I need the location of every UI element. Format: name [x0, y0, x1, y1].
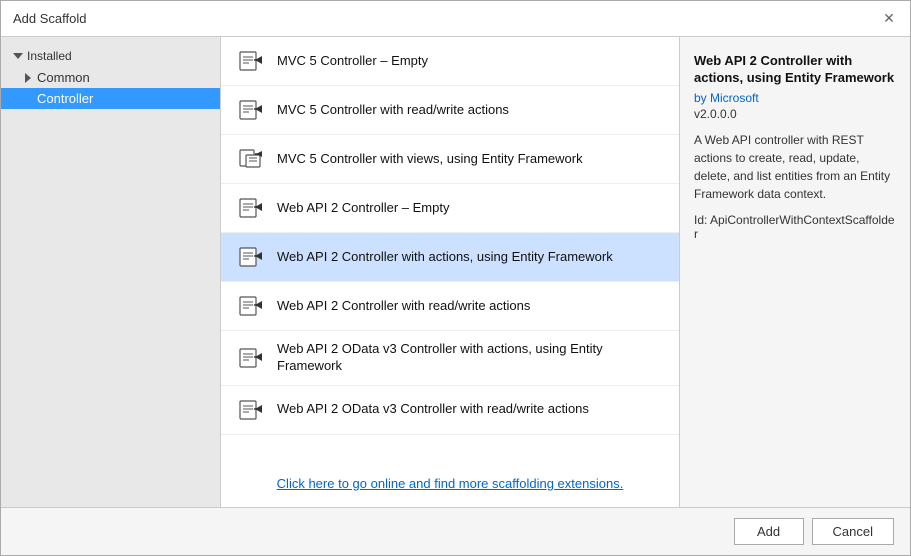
detail-id: Id: ApiControllerWithContextScaffolder [694, 213, 896, 241]
scaffold-label-3: MVC 5 Controller with views, using Entit… [277, 151, 583, 168]
scaffold-label-1: MVC 5 Controller – Empty [277, 53, 428, 70]
tree-item-common[interactable]: Common [1, 67, 220, 88]
tree-item-controller[interactable]: Controller [1, 88, 220, 109]
scaffold-icon-1 [237, 47, 265, 75]
add-scaffold-dialog: Add Scaffold ✕ Installed Common Controll… [0, 0, 911, 556]
scaffold-label-8: Web API 2 OData v3 Controller with read/… [277, 401, 589, 418]
common-label: Common [37, 70, 90, 85]
scaffold-item-3[interactable]: MVC 5 Controller with views, using Entit… [221, 135, 679, 184]
scaffold-icon-3 [237, 145, 265, 173]
expand-icon [13, 53, 23, 59]
online-link-area: Click here to go online and find more sc… [221, 460, 679, 507]
scaffold-item-1[interactable]: MVC 5 Controller – Empty [221, 37, 679, 86]
scaffold-icon-2 [237, 96, 265, 124]
scaffold-label-6: Web API 2 Controller with read/write act… [277, 298, 530, 315]
scaffold-icon-6 [237, 292, 265, 320]
common-expand-icon [25, 73, 31, 83]
title-bar: Add Scaffold ✕ [1, 1, 910, 37]
scaffold-item-5[interactable]: Web API 2 Controller with actions, using… [221, 233, 679, 282]
detail-version: v2.0.0.0 [694, 107, 896, 121]
scaffold-icon-5 [237, 243, 265, 271]
scaffold-item-8[interactable]: Web API 2 OData v3 Controller with read/… [221, 386, 679, 435]
online-link[interactable]: Click here to go online and find more sc… [277, 476, 624, 491]
content-area: Installed Common Controller [1, 37, 910, 507]
detail-description: A Web API controller with REST actions t… [694, 131, 896, 203]
scaffold-item-7[interactable]: Web API 2 OData v3 Controller with actio… [221, 331, 679, 386]
add-button[interactable]: Add [734, 518, 804, 545]
scaffold-icon-8 [237, 396, 265, 424]
scaffold-label-7: Web API 2 OData v3 Controller with actio… [277, 341, 663, 375]
controller-label: Controller [37, 91, 93, 106]
close-button[interactable]: ✕ [880, 10, 898, 28]
installed-label: Installed [27, 49, 72, 63]
dialog-title: Add Scaffold [13, 11, 86, 26]
scaffold-item-6[interactable]: Web API 2 Controller with read/write act… [221, 282, 679, 331]
left-panel: Installed Common Controller [1, 37, 221, 507]
cancel-button[interactable]: Cancel [812, 518, 894, 545]
scaffold-label-4: Web API 2 Controller – Empty [277, 200, 449, 217]
scaffold-label-2: MVC 5 Controller with read/write actions [277, 102, 509, 119]
detail-author: by Microsoft [694, 91, 896, 105]
scaffold-item-2[interactable]: MVC 5 Controller with read/write actions [221, 86, 679, 135]
detail-title: Web API 2 Controller with actions, using… [694, 53, 896, 87]
middle-panel: MVC 5 Controller – Empty MVC 5 Controlle… [221, 37, 680, 507]
footer: Add Cancel [1, 507, 910, 555]
right-panel: Web API 2 Controller with actions, using… [680, 37, 910, 507]
scaffold-item-4[interactable]: Web API 2 Controller – Empty [221, 184, 679, 233]
scaffold-icon-7 [237, 344, 265, 372]
scaffold-icon-4 [237, 194, 265, 222]
installed-header: Installed [1, 45, 220, 67]
scaffold-label-5: Web API 2 Controller with actions, using… [277, 249, 613, 266]
